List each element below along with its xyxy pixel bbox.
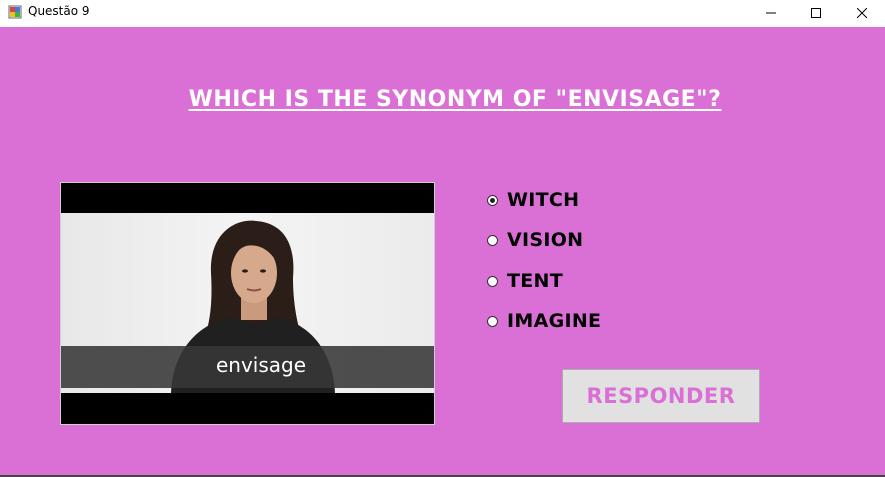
option-witch[interactable]: WITCH <box>487 187 579 213</box>
minimize-button[interactable] <box>748 0 794 26</box>
radio-button-selected[interactable] <box>487 194 498 206</box>
window-title: Questão 9 <box>28 4 90 18</box>
option-label: TENT <box>507 270 564 292</box>
maximize-icon <box>811 8 821 18</box>
word-image: envisage <box>60 182 435 425</box>
question-title: Which is the synonym of "envisage"? <box>188 87 722 112</box>
option-vision[interactable]: VISION <box>487 227 583 253</box>
radio-button[interactable] <box>487 315 498 327</box>
option-imagine[interactable]: IMAGINE <box>487 308 601 334</box>
image-caption: envisage <box>215 353 307 377</box>
minimize-icon <box>766 12 776 14</box>
option-tent[interactable]: TENT <box>487 268 563 294</box>
close-button[interactable] <box>839 0 885 26</box>
maximize-button[interactable] <box>793 0 839 26</box>
radio-button[interactable] <box>487 234 498 246</box>
close-icon <box>857 8 867 18</box>
app-icon <box>8 5 22 19</box>
responder-button[interactable]: RESPONDER <box>562 369 760 423</box>
option-label: VISION <box>507 229 584 251</box>
title-bar: Questão 9 <box>0 0 885 26</box>
option-label: WITCH <box>507 189 580 211</box>
radio-button[interactable] <box>487 275 498 287</box>
form-area: Which is the synonym of "envisage"? envi… <box>0 27 885 475</box>
option-label: IMAGINE <box>507 310 602 332</box>
